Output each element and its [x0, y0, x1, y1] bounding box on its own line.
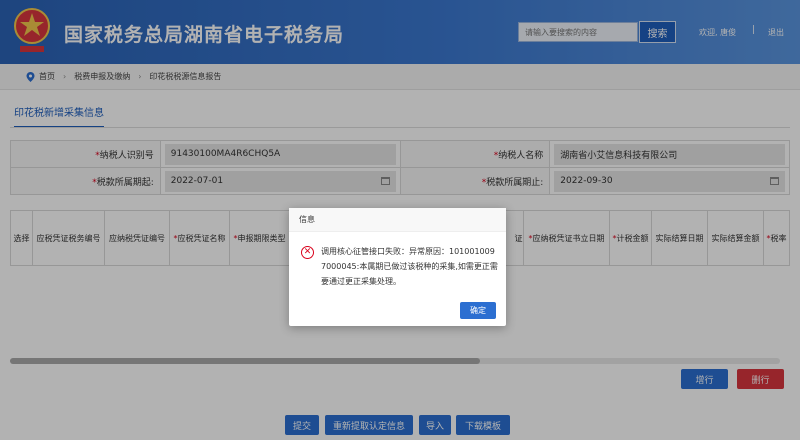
dialog-message: 调用核心征管接口失败：异常原因：1010010097000045:本属期已做过该… — [321, 247, 498, 286]
dialog-ok-button[interactable]: 确定 — [460, 302, 496, 319]
error-icon: ✕ — [301, 246, 314, 259]
dialog-title: 信息 — [289, 208, 506, 232]
